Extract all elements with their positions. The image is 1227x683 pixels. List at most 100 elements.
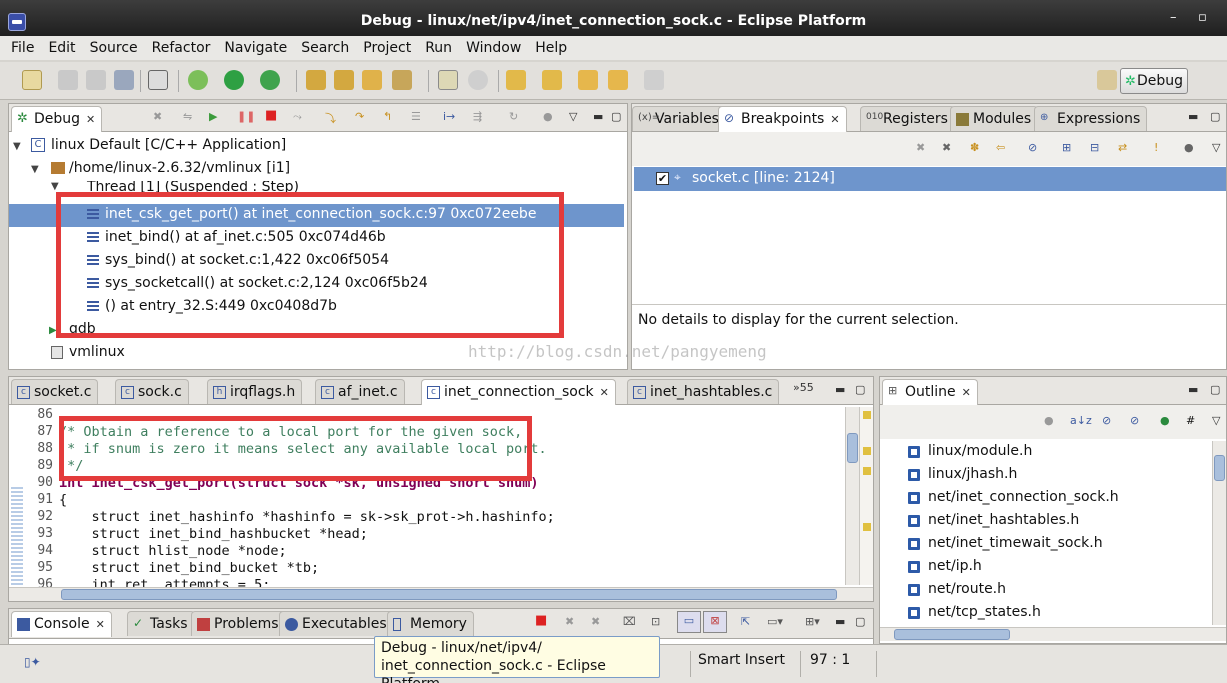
menu-search[interactable]: Search — [294, 40, 356, 56]
show-on-error-icon[interactable]: ⊠ — [703, 611, 727, 633]
minimize-view-icon[interactable]: ▬ — [835, 615, 845, 628]
open-folder-icon[interactable] — [362, 70, 382, 90]
maximize-icon[interactable]: ▫ — [1198, 10, 1207, 25]
step-into-icon[interactable]: ⤵ — [325, 110, 336, 126]
menu-project[interactable]: Project — [356, 40, 418, 56]
expand-all-icon[interactable]: ⊞ — [1062, 141, 1071, 154]
step-over-icon[interactable]: ↷ — [355, 110, 364, 123]
collapse-all-icon[interactable]: ⊟ — [1090, 141, 1099, 154]
tab-variables[interactable]: (x)= Variables — [632, 106, 726, 131]
menu-run[interactable]: Run — [418, 40, 459, 56]
editor-vertical-scrollbar[interactable] — [845, 407, 859, 585]
tab-console[interactable]: Console ✕ — [11, 611, 112, 637]
menu-window[interactable]: Window — [459, 40, 528, 56]
open-console-icon[interactable]: ⊞▾ — [805, 615, 820, 628]
outline-item[interactable]: net/inet_connection_sock.h — [908, 489, 1119, 505]
stack-frame[interactable]: () at entry_32.S:449 0xc0408d7b — [9, 296, 627, 319]
tree-launch[interactable]: ▼ C linux Default [C/C++ Application] — [9, 135, 627, 158]
minimize-view-icon[interactable]: ▬ — [835, 383, 845, 396]
link-icon[interactable]: ⇄ — [1118, 141, 1127, 154]
annotation-marker[interactable] — [863, 523, 871, 531]
group-icon[interactable]: ● — [1184, 141, 1194, 154]
menu-file[interactable]: File — [4, 40, 41, 56]
annotation-marker[interactable] — [863, 447, 871, 455]
show-on-output-icon[interactable]: ▭ — [677, 611, 701, 633]
close-icon[interactable]: ✕ — [86, 113, 95, 126]
expand-icon[interactable]: ▼ — [13, 141, 21, 152]
scroll-thumb[interactable] — [847, 433, 858, 463]
close-icon[interactable]: ✕ — [96, 618, 105, 631]
tab-debug[interactable]: ✲ Debug ✕ — [11, 106, 103, 132]
display-console-icon[interactable]: ▭▾ — [767, 615, 783, 628]
close-icon[interactable]: ✕ — [962, 386, 971, 399]
hide-fields-icon[interactable]: ⊘ — [1102, 414, 1111, 427]
tab-executables[interactable]: Executables — [279, 611, 394, 636]
outline-item[interactable]: linux/module.h — [908, 443, 1032, 459]
hide-static-icon[interactable]: ⊘ — [1130, 414, 1139, 427]
code-editor[interactable]: 86 87 88 89 90 91 92 93 94 95 96 /* Obta… — [9, 407, 873, 601]
close-icon[interactable]: ✕ — [830, 113, 839, 126]
view-menu-icon[interactable]: ▽ — [1212, 141, 1220, 154]
editor-horizontal-scrollbar[interactable] — [9, 587, 873, 601]
last-edit-icon[interactable] — [578, 70, 598, 90]
maximize-view-icon[interactable]: ▢ — [855, 383, 865, 396]
use-step-filters-icon[interactable]: ⇶ — [473, 110, 482, 123]
overview-ruler[interactable] — [859, 407, 873, 585]
menu-edit[interactable]: Edit — [41, 40, 82, 56]
open-perspective-icon[interactable] — [1097, 70, 1117, 90]
maximize-view-icon[interactable]: ▢ — [1210, 383, 1220, 396]
stack-frame[interactable]: inet_bind() at af_inet.c:505 0xc074d46b — [9, 227, 627, 250]
menu-source[interactable]: Source — [83, 40, 145, 56]
outline-item[interactable]: linux/jhash.h — [908, 466, 1017, 482]
save-all-icon[interactable] — [86, 70, 106, 90]
tab-registers[interactable]: 010 Registers — [860, 106, 955, 131]
minimize-view-icon[interactable]: ▬ — [593, 110, 603, 123]
terminate-icon[interactable]: ■ — [535, 613, 547, 628]
stack-frame[interactable]: sys_bind() at socket.c:1,422 0xc06f5054 — [9, 250, 627, 273]
external-tools-icon[interactable] — [260, 70, 280, 90]
step-return-icon[interactable]: ↰ — [383, 110, 392, 123]
breakpoint-row[interactable]: ✔ ⌖ socket.c [line: 2124] — [634, 167, 1226, 191]
more-tabs-button[interactable]: »55 — [793, 381, 814, 394]
print-icon[interactable] — [114, 70, 134, 90]
scroll-thumb[interactable] — [61, 589, 837, 600]
maximize-view-icon[interactable]: ▢ — [611, 110, 621, 123]
instruction-stepping-icon[interactable]: i→ — [443, 110, 455, 123]
tab-expressions[interactable]: ⊕ Expressions — [1034, 106, 1148, 131]
forward-icon[interactable] — [644, 70, 664, 90]
link-editor-icon[interactable]: ● — [1044, 414, 1054, 427]
maximize-view-icon[interactable]: ▢ — [855, 615, 865, 628]
clear-console-icon[interactable]: ⌧ — [623, 615, 636, 628]
annotation-marker[interactable] — [863, 411, 871, 419]
outline-item[interactable]: net/ip.h — [908, 558, 982, 574]
open-element-icon[interactable] — [334, 70, 354, 90]
remove-all-icon[interactable]: ✖ — [942, 141, 951, 154]
remove-launch-icon[interactable]: ✖ — [565, 615, 574, 628]
outline-item[interactable]: net/inet_hashtables.h — [908, 512, 1079, 528]
maximize-view-icon[interactable]: ▢ — [1210, 110, 1220, 123]
minimize-view-icon[interactable]: ▬ — [1188, 110, 1198, 123]
debug-perspective-button[interactable]: ✲ Debug — [1120, 68, 1188, 94]
editor-tab-socket[interactable]: c socket.c — [11, 379, 99, 404]
goto-file-icon[interactable]: ⇦ — [996, 141, 1005, 154]
new-icon[interactable] — [22, 70, 42, 90]
hide-macros-icon[interactable]: # — [1186, 414, 1195, 427]
scroll-thumb[interactable] — [1214, 455, 1225, 481]
stack-frame[interactable]: sys_socketcall() at socket.c:2,124 0xc06… — [9, 273, 627, 296]
sort-icon[interactable]: a↓z — [1070, 414, 1092, 427]
debug-launch-icon[interactable] — [188, 70, 208, 90]
next-annotation-icon[interactable] — [506, 70, 526, 90]
terminate-icon[interactable]: ■ — [265, 108, 277, 123]
prev-annotation-icon[interactable] — [542, 70, 562, 90]
outline-item[interactable]: net/inet_timewait_sock.h — [908, 535, 1103, 551]
expand-icon[interactable]: ▼ — [31, 164, 39, 175]
tab-problems[interactable]: Problems — [191, 611, 286, 636]
skip-breakpoints-icon[interactable]: ⊘ — [1028, 141, 1037, 154]
annotation-marker[interactable] — [863, 467, 871, 475]
remove-icon[interactable]: ✖ — [916, 141, 925, 154]
tab-memory[interactable]: Memory — [387, 611, 474, 636]
remove-all-launches-icon[interactable]: ✖ — [591, 615, 600, 628]
scroll-lock-icon[interactable]: ⊡ — [651, 615, 660, 628]
outline-vertical-scrollbar[interactable] — [1212, 441, 1226, 625]
run-icon[interactable] — [224, 70, 244, 90]
